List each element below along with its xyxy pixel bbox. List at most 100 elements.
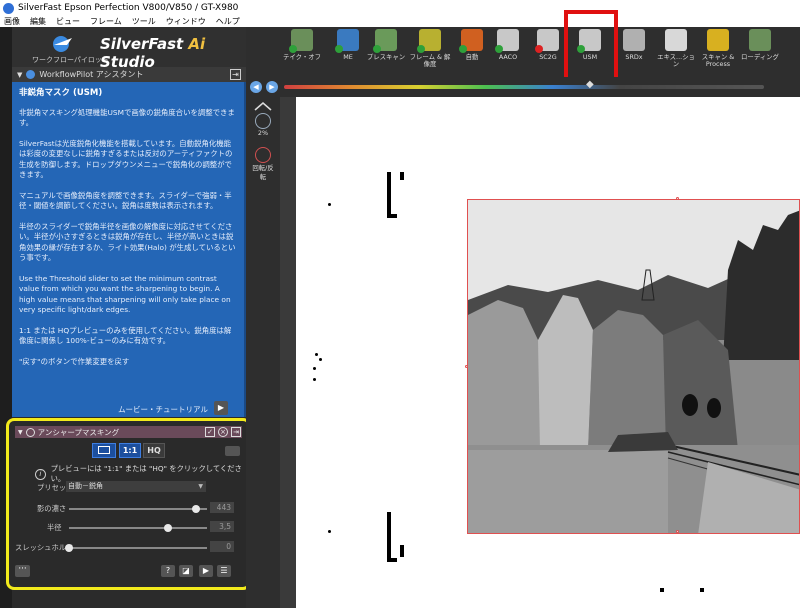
toolbar-item-aaco[interactable]: AACO (486, 29, 530, 75)
toolbar-item-label: フレーム & 解像度 (409, 53, 451, 68)
menu-window[interactable]: ウィンドウ (162, 16, 212, 27)
threshold-slider-knob[interactable] (65, 544, 73, 552)
sc2g-icon[interactable] (535, 29, 559, 53)
landscape-photo (468, 200, 799, 533)
dust-speck (313, 378, 316, 381)
workflow-toolbar: テイク・オフ ME プレスキャン フレーム & 解像度 自動 AACO SC2G USM SRD… (246, 27, 800, 77)
scan-process-icon[interactable] (707, 29, 729, 51)
collapse-triangle-icon[interactable]: ▼ (18, 429, 23, 436)
scroll-up-tool[interactable] (250, 101, 276, 113)
preview-1to1-button[interactable]: 1:1 (119, 443, 141, 458)
radius-value-field[interactable]: 3,5 (210, 521, 234, 532)
magnifier-icon[interactable] (255, 113, 271, 129)
exit-icon[interactable]: ⇥ (231, 427, 241, 437)
toolbar-item-[interactable]: ローディング (738, 29, 782, 75)
checkmark-badge-icon (335, 45, 343, 53)
help-text-box: 非鋭角マスク (USM) 非鋭角マスキング処理機能USMで画像の鋭角度合いを調整… (12, 82, 244, 417)
workflow-progress-bar[interactable] (284, 85, 764, 89)
film-holder-mark (387, 172, 391, 216)
auto-adjust-icon[interactable] (459, 29, 483, 53)
toolbar-item-label: ローディング (741, 53, 779, 61)
menu-frame[interactable]: フレーム (86, 16, 128, 27)
preview-gutter (280, 97, 296, 608)
compare-icon[interactable]: ◪ (179, 565, 193, 577)
toolbar-item-srdx[interactable]: SRDx (612, 29, 656, 75)
progress-marker-icon[interactable]: ◆ (586, 79, 604, 95)
strength-value-field[interactable]: 443 (210, 502, 234, 513)
menu-image[interactable]: 画像 (0, 16, 26, 27)
scan-frame-photo[interactable] (467, 199, 800, 534)
workflow-progress-strip: ◀ ▶ ◆ (246, 77, 800, 97)
logo-area: ワークフローパイロット SilverFast Ai Studio (12, 27, 246, 71)
film-holder-mark (700, 588, 704, 592)
reset-icon[interactable]: × (218, 427, 228, 437)
play-icon[interactable]: ▶ (199, 565, 213, 577)
strength-slider-track[interactable] (69, 508, 207, 510)
preview-hq-button[interactable]: HQ (143, 443, 165, 458)
checkbox-icon[interactable]: ✓ (205, 427, 215, 437)
frame-handle[interactable] (465, 365, 468, 368)
more-options-button[interactable]: ··· (15, 565, 30, 577)
toolbar-item-[interactable]: フレーム & 解像度 (408, 29, 452, 75)
loading-plane-icon[interactable] (749, 29, 771, 51)
play-icon[interactable]: ▶ (214, 401, 228, 415)
expansion-icon[interactable] (665, 29, 687, 51)
screen-icon (98, 446, 110, 454)
menu-tools[interactable]: ツール (128, 16, 162, 27)
frame-resolution-icon[interactable] (417, 29, 441, 53)
workflowpilot-label: WorkflowPilot アシスタント (39, 70, 144, 79)
app-logo-text: SilverFast Ai Studio (100, 35, 246, 71)
radius-slider-track[interactable] (69, 527, 207, 529)
strength-slider-knob[interactable] (191, 505, 200, 513)
usm-panel: ▼ アンシャープマスキング ✓ × ⇥ 1:1 HQ i プレビューには "1:… (6, 418, 251, 590)
dust-speck (313, 367, 316, 370)
threshold-value-field[interactable]: 0 (210, 541, 234, 552)
rotate-icon[interactable] (255, 147, 271, 163)
radius-slider-knob[interactable] (164, 524, 173, 532)
dust-speck (328, 203, 331, 206)
toolbar-item-label: AACO (498, 53, 518, 61)
collapse-triangle-icon[interactable]: ▼ (17, 71, 22, 79)
srdx-icon[interactable] (623, 29, 645, 51)
airplane-takeoff-icon[interactable] (289, 29, 313, 53)
info-icon: i (35, 468, 46, 480)
prescan-icon[interactable] (373, 29, 397, 53)
toolbar-item-process[interactable]: スキャン & Process (696, 29, 740, 75)
zoom-tool[interactable]: 2% (250, 113, 276, 137)
aaco-icon[interactable] (495, 29, 519, 53)
back-arrow-icon[interactable]: ◀ (250, 81, 262, 93)
dust-speck (328, 530, 331, 533)
toolbar-item-[interactable]: プレスキャン (364, 29, 408, 75)
film-holder-mark (387, 512, 391, 560)
forward-arrow-icon[interactable]: ▶ (266, 81, 278, 93)
menu-help[interactable]: ヘルプ (212, 16, 246, 27)
menu-edit[interactable]: 編集 (26, 16, 52, 27)
rotate-tool[interactable]: 回転/反転 (250, 147, 276, 181)
save-preset-icon[interactable]: ☰ (217, 565, 231, 577)
error-badge-icon (535, 45, 543, 53)
menu-view[interactable]: ビュー (52, 16, 86, 27)
chevron-up-icon[interactable] (253, 101, 273, 111)
help-paragraph: 半径のスライダーで鋭角半径を画像の解像度に対応させてください。半径が小さすぎると… (19, 221, 236, 263)
usm-triangle-icon (25, 427, 35, 437)
checkmark-badge-icon (459, 45, 467, 53)
film-holder-mark (400, 545, 404, 557)
movie-tutorial-link[interactable]: ムービー・チュートリアル (118, 404, 208, 415)
usm-panel-header[interactable]: ▼ アンシャープマスキング ✓ × ⇥ (15, 426, 242, 438)
workflowpilot-header[interactable]: ▼ WorkflowPilot アシスタント ⇥ (12, 67, 246, 82)
help-icon[interactable]: ? (161, 565, 175, 577)
toolbar-item-[interactable]: テイク・オフ (280, 29, 324, 75)
frame-handle[interactable] (676, 197, 679, 200)
toolbar-item-[interactable]: エキス...ション (654, 29, 698, 75)
rotate-label: 回転/反転 (252, 164, 274, 181)
toolbar-item-label: エキス...ション (657, 53, 695, 68)
me-globe-icon[interactable] (335, 29, 359, 53)
preset-dropdown[interactable]: 自動－鋭角 ▼ (66, 481, 206, 492)
dust-speck (315, 353, 318, 356)
frame-handle[interactable] (676, 530, 679, 533)
options-toggle-button[interactable] (225, 446, 240, 456)
preview-screen-button[interactable] (92, 443, 116, 458)
threshold-slider-track[interactable] (69, 547, 207, 549)
exit-icon[interactable]: ⇥ (230, 69, 241, 80)
workflow-pilot-logo-icon[interactable] (50, 33, 76, 53)
